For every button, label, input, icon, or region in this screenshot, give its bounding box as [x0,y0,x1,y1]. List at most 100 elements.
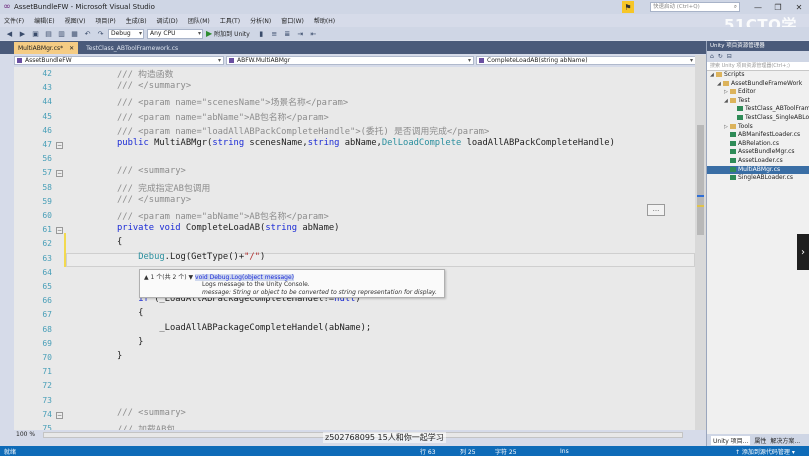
outline-toggle-icon[interactable] [56,411,63,419]
menu-item[interactable]: 工具(T) [220,16,240,25]
comment-icon[interactable]: ≡ [269,28,280,39]
save-all-icon[interactable]: ▦ [69,28,80,39]
zoom-level[interactable]: 100 % [16,431,35,438]
menu-item[interactable]: 生成(B) [126,16,147,25]
outdent-icon[interactable]: ⇤ [308,28,319,39]
bookmark-icon[interactable]: ▮ [256,28,267,39]
tree-node[interactable]: ▷ Editor [707,88,809,97]
code-line[interactable]: /// 构造函数 [117,67,173,80]
tree-node[interactable]: ABRelation.cs [707,140,809,149]
code-line[interactable]: /// <summary> [117,166,186,176]
code-line[interactable]: /// <param name="abName">AB包名称</param> [117,110,329,123]
menu-item[interactable]: 文件(F) [4,16,24,25]
code-editor[interactable]: ... 42 /// 构造函数 43 /// </summary> 44 /// <par… [14,67,695,430]
menu-item[interactable]: 分析(N) [250,16,271,25]
bottom-tab[interactable]: Unity 项目... [711,435,751,445]
tree-node[interactable]: MultiABMgr.cs [707,165,809,175]
add-source-control-button[interactable]: ↑ 添加到源代码管理 ▾ [735,447,795,456]
code-line[interactable]: /// <param name="scenesName">场景名称</param… [117,95,348,108]
line-number: 42 [42,69,52,78]
code-line[interactable]: } [117,337,143,347]
chevron-right-icon[interactable]: › [797,234,809,270]
window-title: AssetBundleFW - Microsoft Visual Studio [14,3,155,11]
new-project-icon[interactable]: ▣ [30,28,41,39]
redo-icon[interactable]: ↷ [95,28,106,39]
code-line[interactable]: /// <summary> [117,408,186,418]
minimize-icon[interactable]: — [748,0,768,14]
back-icon[interactable]: ◀ [4,28,15,39]
tree-node[interactable]: ABManifestLoader.cs [707,131,809,140]
code-line[interactable]: /// 加载AB包 [117,422,175,430]
code-line[interactable]: /// </summary> [117,81,191,91]
refresh-icon[interactable]: ↻ [718,53,724,60]
collapse-all-icon[interactable]: ⊟ [727,53,733,60]
class-nav-select[interactable]: ABFW.MultiABMgr [226,56,474,65]
tree-node-label: SingleABLoader.cs [738,174,793,182]
code-line[interactable]: Debug.Log(GetType()+"/") [117,252,265,262]
menu-item[interactable]: 项目(P) [95,16,115,25]
overload-counter[interactable]: ▲ 1 个(共 2 个) ▼ [144,274,193,281]
code-line[interactable]: /// 完成指定AB包调用 [117,181,210,194]
member-nav-select[interactable]: CompleteLoadAB(string abName) [476,56,696,65]
solution-tree: ◢ Scripts ◢ AssetBundleFrameWork ▷ Editor ◢ Tes… [707,71,809,183]
tree-node[interactable]: ◢ Test [707,97,809,106]
collapsed-region-marker[interactable]: ... [647,204,665,216]
solution-search-input[interactable]: 搜索 Unity 项目资源管理器(Ctrl+;) [707,62,809,71]
menu-item[interactable]: 窗口(W) [281,16,304,25]
uncomment-icon[interactable]: ≣ [282,28,293,39]
solution-explorer-title: Unity 项目资源管理器 [707,41,809,51]
bottom-tab[interactable]: 解决方案... [770,436,800,445]
code-line[interactable]: /// <param name="loadAllABPackCompleteHa… [117,124,489,137]
tree-node[interactable]: AssetLoader.cs [707,157,809,166]
editor-vertical-scrollbar[interactable] [695,55,706,430]
line-number: 43 [42,83,52,93]
home-icon[interactable]: ⌂ [710,53,715,60]
platform-select[interactable]: Any CPU [147,28,203,39]
menu-item[interactable]: 视图(V) [65,16,86,25]
code-line[interactable]: _LoadAllABPackageCompleteHandel(abName); [117,323,371,333]
undo-icon[interactable]: ↶ [82,28,93,39]
code-line[interactable]: public MultiABMgr(string scenesName,stri… [117,138,615,148]
project-nav-select[interactable]: AssetBundleFW [14,56,224,65]
tab-multiabmgr[interactable]: MultiABMgr.cs* ✕ [14,42,79,54]
tree-node[interactable]: AssetBundleMgr.cs [707,148,809,157]
menu-item[interactable]: 团队(M) [188,16,210,25]
save-icon[interactable]: ▥ [56,28,67,39]
method-signature: void Debug.Log(object message) [195,274,295,281]
tab-testclass-abtoolframework[interactable]: TestClass_ABToolFramework.cs [82,43,182,54]
forward-icon[interactable]: ▶ [17,28,28,39]
code-line[interactable]: private void CompleteLoadAB(string abNam… [117,223,339,233]
code-line[interactable]: /// <param name="abName">AB包名称</param> [117,209,329,222]
code-line[interactable]: /// </summary> [117,195,191,205]
open-file-icon[interactable]: ▤ [43,28,54,39]
close-tab-icon[interactable]: ✕ [69,45,74,52]
menu-item[interactable]: 帮助(H) [314,16,335,25]
menu-item[interactable]: 调试(D) [157,16,178,25]
outline-toggle-icon[interactable] [56,170,63,178]
menu-item[interactable]: 编辑(E) [34,16,54,25]
code-line[interactable]: { [117,237,122,247]
tree-node[interactable]: SingleABLoader.cs [707,174,809,183]
outline-toggle-icon[interactable] [56,227,63,235]
code-line[interactable]: } [117,351,122,361]
scrollbar-thumb[interactable] [697,125,704,235]
maximize-icon[interactable]: ❐ [768,0,788,14]
attach-unity-button[interactable]: ▶ 附加到 Unity [206,29,250,38]
tree-node[interactable]: ◢ AssetBundleFrameWork [707,80,809,89]
tree-node[interactable]: TestClass_ABToolFramework.cs [707,105,809,114]
bottom-tab[interactable]: 属性 [754,436,766,445]
tree-node[interactable]: TestClass_SingleABLoader.cs [707,114,809,123]
outline-toggle-icon[interactable] [56,142,63,149]
tree-node[interactable]: ▷ Tools [707,123,809,132]
feedback-flag-icon[interactable]: ⚑ [622,1,634,13]
tree-node-label: ABRelation.cs [738,139,779,147]
solution-config-select[interactable]: Debug [108,28,144,39]
close-icon[interactable]: ✕ [789,0,809,14]
quick-launch-input[interactable]: 快速启动 (Ctrl+Q) ⌕ [650,2,740,12]
code-line[interactable]: { [117,308,143,318]
tree-node[interactable]: ◢ Scripts [707,71,809,80]
solution-bottom-tabs: Unity 项目... 属性 解决方案... [707,434,809,446]
line-number: 44 [42,97,52,107]
indent-icon[interactable]: ⇥ [295,28,306,39]
line-number: 64 [42,267,52,277]
